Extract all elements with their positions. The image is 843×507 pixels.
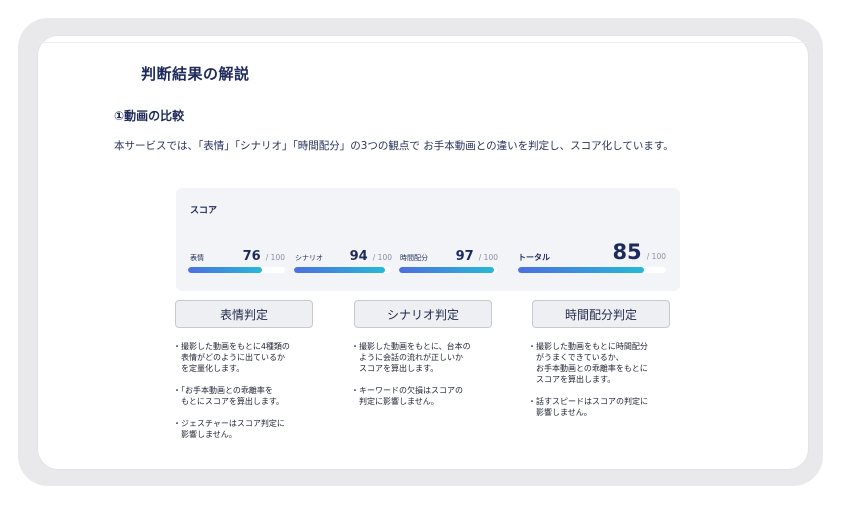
metric-bar-expression: [188, 267, 285, 273]
note-item: ・「お手本動画との乖離率を もとにスコアを算出します。: [173, 386, 285, 406]
note-item: ・撮影した動画をもとに、台本の ように会話の流れが正しいか スコアを算出します。: [351, 342, 471, 373]
section-description: 本サービスでは、「表情」「シナリオ」「時間配分」の3つの観点で お手本動画との違…: [114, 140, 674, 152]
metric-value: 97: [455, 249, 474, 264]
metric-scenario: シナリオ 94 / 100: [295, 243, 392, 264]
metric-score: 94 / 100: [350, 245, 392, 264]
metric-total: トータル 85 / 100: [518, 236, 666, 264]
metric-time: 時間配分 97 / 100: [400, 243, 498, 264]
content-card: 判断結果の解説 ①動画の比較 本サービスでは、「表情」「シナリオ」「時間配分」の…: [38, 36, 808, 469]
total-label: トータル: [518, 253, 550, 262]
metric-max: / 100: [372, 253, 392, 262]
metric-score: 97 / 100: [456, 245, 498, 264]
expression-notes: ・撮影した動画をもとに4種類の 表情がどのように出ているか を定量化します。 ・…: [173, 341, 323, 451]
total-bar-fill: [518, 267, 644, 273]
metric-label: 表情: [190, 254, 204, 262]
metric-bar-fill: [294, 267, 386, 273]
metric-score: 76 / 100: [243, 245, 285, 264]
divider: [38, 42, 808, 43]
metric-value: 76: [242, 249, 261, 264]
score-panel: スコア 表情 76 / 100 シナリオ 94 / 100 時間配分 97 / …: [176, 188, 680, 291]
time-judgement-button[interactable]: 時間配分判定: [532, 300, 670, 328]
metric-bar-total: [518, 267, 666, 273]
note-item: ・撮影した動画をもとに4種類の 表情がどのように出ているか を定量化します。: [173, 342, 290, 373]
score-heading: スコア: [190, 206, 218, 216]
metric-bar-time: [399, 267, 497, 273]
page-title: 判断結果の解説: [141, 65, 250, 83]
expression-judgement-button[interactable]: 表情判定: [175, 300, 313, 328]
total-value: 85: [612, 240, 642, 264]
scenario-notes: ・撮影した動画をもとに、台本の ように会話の流れが正しいか スコアを算出します。…: [351, 341, 501, 418]
note-item: ・キーワードの欠損はスコアの 判定に影響しません。: [351, 386, 463, 406]
total-score: 85 / 100: [612, 240, 666, 264]
metric-label: 時間配分: [400, 254, 428, 262]
note-item: ・話すスピードはスコアの判定に 影響しません。: [528, 397, 648, 417]
total-max: / 100: [646, 252, 666, 261]
section-heading: ①動画の比較: [114, 109, 185, 123]
metric-bar-fill: [188, 267, 262, 273]
metric-max: / 100: [265, 253, 285, 262]
note-item: ・ジェスチャーはスコア判定に 影響しません。: [173, 419, 285, 439]
metric-bar-scenario: [294, 267, 391, 273]
note-item: ・撮影した動画をもとに時間配分 がうまくできているか、 お手本動画との乖離率をも…: [528, 342, 648, 384]
time-notes: ・撮影した動画をもとに時間配分 がうまくできているか、 お手本動画との乖離率をも…: [528, 341, 678, 429]
metric-bar-fill: [399, 267, 495, 273]
metric-label: シナリオ: [295, 254, 323, 262]
metric-value: 94: [349, 249, 368, 264]
metric-expression: 表情 76 / 100: [190, 243, 285, 264]
metric-max: / 100: [478, 253, 498, 262]
scenario-judgement-button[interactable]: シナリオ判定: [354, 300, 492, 328]
